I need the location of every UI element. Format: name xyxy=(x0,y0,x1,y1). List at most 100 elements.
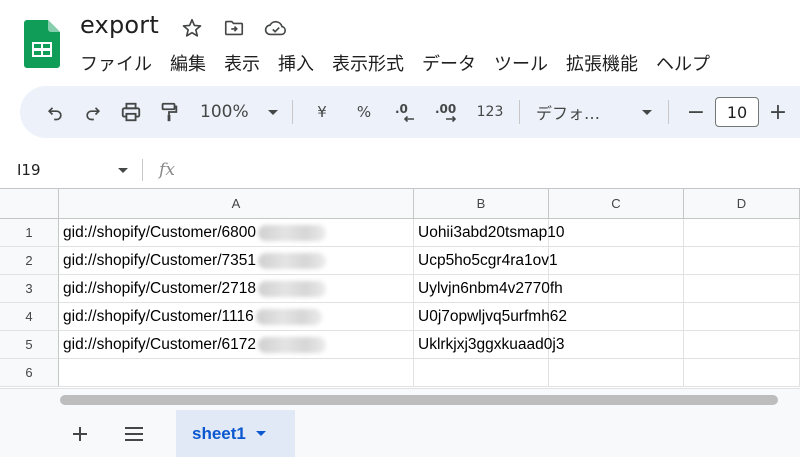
cell-a3[interactable]: gid://shopify/Customer/2718 xyxy=(59,275,414,303)
horizontal-scrollbar[interactable] xyxy=(0,388,800,410)
cell-b3[interactable]: Uylvjn6nbm4v2770fh xyxy=(414,275,563,303)
column-header-b[interactable]: B xyxy=(414,189,549,219)
cell-value: gid://shopify/Customer/6172 xyxy=(63,335,256,353)
cell-value: Ucp5ho5cgr4ra1ov1 xyxy=(418,251,558,269)
cell-d6[interactable] xyxy=(684,359,800,387)
cell-d5[interactable] xyxy=(684,331,800,359)
cell-c6[interactable] xyxy=(549,359,684,387)
redacted-text xyxy=(255,308,322,325)
cell-b1[interactable]: Uohii3abd20tsmap10 xyxy=(414,219,565,247)
select-all-corner[interactable] xyxy=(0,189,59,219)
row-header[interactable]: 1 xyxy=(0,219,59,247)
column-header-a[interactable]: A xyxy=(59,189,414,219)
menu-view[interactable]: 表示 xyxy=(215,46,269,80)
row-header[interactable]: 3 xyxy=(0,275,59,303)
currency-format-button[interactable]: ¥ xyxy=(301,94,343,130)
increase-decimal-label: .00 xyxy=(435,102,456,116)
toolbar-divider xyxy=(292,100,293,124)
number-format-button[interactable]: 123 xyxy=(469,94,511,130)
font-value: デフォ… xyxy=(536,104,601,123)
chevron-down-icon xyxy=(268,109,278,115)
font-size-input[interactable]: 10 xyxy=(715,97,759,127)
cell-d3[interactable] xyxy=(684,275,800,303)
row-header[interactable]: 2 xyxy=(0,247,59,275)
name-box[interactable]: I19 xyxy=(0,152,142,188)
column-header-d[interactable]: D xyxy=(684,189,800,219)
redacted-text xyxy=(258,336,326,353)
fx-icon: fx xyxy=(159,160,175,180)
column-header-c[interactable]: C xyxy=(549,189,684,219)
cell-a4[interactable]: gid://shopify/Customer/1116 xyxy=(59,303,414,331)
print-icon[interactable] xyxy=(112,94,150,130)
cell-b5[interactable]: Uklrkjxj3ggxkuaad0j3 xyxy=(414,331,564,359)
menu-extensions[interactable]: 拡張機能 xyxy=(557,46,647,80)
cell-a2[interactable]: gid://shopify/Customer/7351 xyxy=(59,247,414,275)
sheets-logo-icon[interactable] xyxy=(24,20,60,68)
sheet-tab[interactable]: sheet1 xyxy=(176,410,295,457)
menu-file[interactable]: ファイル xyxy=(71,46,161,80)
toolbar-divider xyxy=(519,100,520,124)
decrease-font-size-button[interactable]: − xyxy=(677,94,715,130)
sheet-tab-label: sheet1 xyxy=(192,423,246,443)
table-row: 6 xyxy=(0,359,800,387)
redacted-text xyxy=(258,252,326,269)
spreadsheet-grid: A B C D 1 gid://shopify/Customer/6800 Uo… xyxy=(0,188,800,387)
row-header[interactable]: 4 xyxy=(0,303,59,331)
zoom-select[interactable]: 100% xyxy=(188,94,284,130)
cell-value: gid://shopify/Customer/6800 xyxy=(63,223,256,241)
cell-d2[interactable] xyxy=(684,247,800,275)
move-to-folder-icon[interactable] xyxy=(220,14,248,42)
table-row: 2 gid://shopify/Customer/7351 Ucp5ho5cgr… xyxy=(0,247,800,275)
cloud-saved-icon[interactable] xyxy=(262,14,290,42)
increase-font-size-button[interactable]: + xyxy=(759,94,797,130)
zoom-value: 100% xyxy=(200,102,249,122)
paint-format-icon[interactable] xyxy=(150,94,188,130)
cell-a1[interactable]: gid://shopify/Customer/6800 xyxy=(59,219,414,247)
cell-d4[interactable] xyxy=(684,303,800,331)
scrollbar-thumb[interactable] xyxy=(60,395,778,405)
menu-help[interactable]: ヘルプ xyxy=(647,46,719,80)
table-row: 5 gid://shopify/Customer/6172 Uklrkjxj3g… xyxy=(0,331,800,359)
column-header-row: A B C D xyxy=(0,189,800,219)
toolbar-divider xyxy=(668,100,669,124)
menu-edit[interactable]: 編集 xyxy=(161,46,215,80)
cell-value: Uklrkjxj3ggxkuaad0j3 xyxy=(418,335,565,353)
cell-c5[interactable] xyxy=(549,331,684,359)
row-header[interactable]: 5 xyxy=(0,331,59,359)
menu-insert[interactable]: 挿入 xyxy=(269,46,323,80)
cell-b2[interactable]: Ucp5ho5cgr4ra1ov1 xyxy=(414,247,558,275)
cell-a6[interactable] xyxy=(59,359,414,387)
cell-value: Uohii3abd20tsmap10 xyxy=(418,223,565,241)
menu-data[interactable]: データ xyxy=(413,46,485,80)
table-row: 4 gid://shopify/Customer/1116 U0j7opwljv… xyxy=(0,303,800,331)
menu-format[interactable]: 表示形式 xyxy=(323,46,413,80)
increase-decimal-button[interactable]: .00 xyxy=(427,94,469,130)
all-sheets-menu-icon[interactable] xyxy=(120,420,148,448)
row-header[interactable]: 6 xyxy=(0,359,59,387)
redo-icon[interactable] xyxy=(74,94,112,130)
cell-d1[interactable] xyxy=(684,219,800,247)
cell-b4[interactable]: U0j7opwljvq5urfmh62 xyxy=(414,303,567,331)
formula-input[interactable] xyxy=(191,152,800,188)
add-sheet-icon[interactable] xyxy=(66,420,94,448)
menu-tools[interactable]: ツール xyxy=(485,46,557,80)
toolbar: 100% ¥ % .0 .00 123 デフォ… − 10 + xyxy=(20,86,800,138)
cell-c1[interactable] xyxy=(549,219,684,247)
cell-reference: I19 xyxy=(17,161,41,179)
document-title[interactable]: export xyxy=(80,11,159,39)
cell-c3[interactable] xyxy=(549,275,684,303)
redacted-text xyxy=(258,224,326,241)
star-icon[interactable] xyxy=(178,14,206,42)
undo-icon[interactable] xyxy=(36,94,74,130)
chevron-down-icon[interactable] xyxy=(255,431,266,436)
percent-format-button[interactable]: % xyxy=(343,94,385,130)
cell-c4[interactable] xyxy=(549,303,684,331)
cell-value: Uylvjn6nbm4v2770fh xyxy=(418,279,563,297)
sheet-tab-bar: sheet1 xyxy=(0,410,800,457)
decrease-decimal-button[interactable]: .0 xyxy=(385,94,427,130)
cell-b6[interactable] xyxy=(414,359,549,387)
table-row: 3 gid://shopify/Customer/2718 Uylvjn6nbm… xyxy=(0,275,800,303)
cell-c2[interactable] xyxy=(549,247,684,275)
font-select[interactable]: デフォ… xyxy=(528,94,660,130)
cell-a5[interactable]: gid://shopify/Customer/6172 xyxy=(59,331,414,359)
